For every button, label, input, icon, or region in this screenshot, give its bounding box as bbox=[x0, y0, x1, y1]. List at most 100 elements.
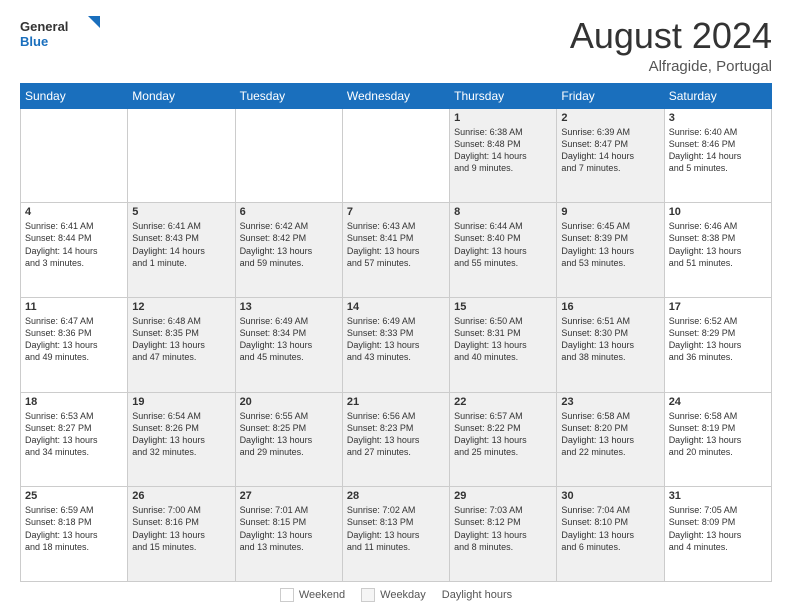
day-info: Sunrise: 6:49 AM Sunset: 8:34 PM Dayligh… bbox=[240, 315, 338, 364]
calendar-week-1: 1Sunrise: 6:38 AM Sunset: 8:48 PM Daylig… bbox=[21, 108, 772, 203]
day-number: 11 bbox=[25, 301, 123, 313]
day-number: 23 bbox=[561, 396, 659, 408]
day-number: 18 bbox=[25, 396, 123, 408]
legend-white-label: Weekend bbox=[299, 589, 345, 601]
table-row: 24 Sunrise: 6:58 AM Sunset: 8:19 PM Dayli… bbox=[664, 392, 771, 487]
day-info: Sunrise: 7:01 AM Sunset: 8:15 PM Dayligh… bbox=[240, 504, 338, 553]
month-year-title: August 2024 bbox=[570, 16, 772, 56]
daylight-label: Daylight hours bbox=[442, 589, 512, 601]
legend-white: Weekend bbox=[280, 588, 345, 602]
calendar-header-row: Sunday Monday Tuesday Wednesday Thursday… bbox=[21, 83, 772, 108]
table-row: 13 Sunrise: 6:49 AM Sunset: 8:34 PM Dayli… bbox=[235, 297, 342, 392]
table-row: 21Sunrise: 6:56 AM Sunset: 8:23 PM Dayli… bbox=[342, 392, 449, 487]
day-number: 4 bbox=[25, 206, 123, 218]
table-row: 25Sunrise: 6:59 AM Sunset: 8:18 PM Dayli… bbox=[21, 487, 128, 582]
table-row: 30 Sunrise: 7:04 AM Sunset: 8:10 PM Dayli… bbox=[557, 487, 664, 582]
svg-text:General: General bbox=[20, 19, 68, 34]
day-number: 24 bbox=[669, 396, 767, 408]
day-info: Sunrise: 6:47 AM Sunset: 8:36 PM Dayligh… bbox=[25, 315, 123, 364]
day-number: 26 bbox=[132, 490, 230, 502]
table-row: 22Sunrise: 6:57 AM Sunset: 8:22 PM Dayli… bbox=[450, 392, 557, 487]
day-number: 10 bbox=[669, 206, 767, 218]
day-info: Sunrise: 6:49 AM Sunset: 8:33 PM Dayligh… bbox=[347, 315, 445, 364]
day-info: Sunrise: 7:05 AM Sunset: 8:09 PM Dayligh… bbox=[669, 504, 767, 553]
day-number: 8 bbox=[454, 206, 552, 218]
legend-gray-label: Weekday bbox=[380, 589, 426, 601]
day-number: 5 bbox=[132, 206, 230, 218]
day-info: Sunrise: 7:02 AM Sunset: 8:13 PM Dayligh… bbox=[347, 504, 445, 553]
day-info: Sunrise: 6:53 AM Sunset: 8:27 PM Dayligh… bbox=[25, 410, 123, 459]
table-row: 29Sunrise: 7:03 AM Sunset: 8:12 PM Dayli… bbox=[450, 487, 557, 582]
legend-white-box bbox=[280, 588, 294, 602]
day-number: 16 bbox=[561, 301, 659, 313]
day-info: Sunrise: 6:50 AM Sunset: 8:31 PM Dayligh… bbox=[454, 315, 552, 364]
col-monday: Monday bbox=[128, 83, 235, 108]
day-number: 15 bbox=[454, 301, 552, 313]
footer: Weekend Weekday Daylight hours bbox=[20, 588, 772, 602]
day-info: Sunrise: 6:42 AM Sunset: 8:42 PM Dayligh… bbox=[240, 220, 338, 269]
calendar-week-5: 25Sunrise: 6:59 AM Sunset: 8:18 PM Dayli… bbox=[21, 487, 772, 582]
col-friday: Friday bbox=[557, 83, 664, 108]
table-row: 6 Sunrise: 6:42 AM Sunset: 8:42 PM Daylig… bbox=[235, 203, 342, 298]
day-info: Sunrise: 6:54 AM Sunset: 8:26 PM Dayligh… bbox=[132, 410, 230, 459]
table-row: 7Sunrise: 6:43 AM Sunset: 8:41 PM Daylig… bbox=[342, 203, 449, 298]
col-saturday: Saturday bbox=[664, 83, 771, 108]
day-number: 20 bbox=[240, 396, 338, 408]
table-row: 11 Sunrise: 6:47 AM Sunset: 8:36 PM Dayli… bbox=[21, 297, 128, 392]
day-number: 30 bbox=[561, 490, 659, 502]
day-number: 31 bbox=[669, 490, 767, 502]
logo-svg: General Blue bbox=[20, 16, 100, 52]
day-info: Sunrise: 7:04 AM Sunset: 8:10 PM Dayligh… bbox=[561, 504, 659, 553]
day-info: Sunrise: 6:41 AM Sunset: 8:43 PM Dayligh… bbox=[132, 220, 230, 269]
day-number: 2 bbox=[561, 112, 659, 124]
col-tuesday: Tuesday bbox=[235, 83, 342, 108]
title-block: August 2024 Alfragide, Portugal bbox=[570, 16, 772, 75]
day-info: Sunrise: 6:58 AM Sunset: 8:19 PM Dayligh… bbox=[669, 410, 767, 459]
day-info: Sunrise: 6:59 AM Sunset: 8:18 PM Dayligh… bbox=[25, 504, 123, 553]
day-number: 1 bbox=[454, 112, 552, 124]
calendar-week-3: 11 Sunrise: 6:47 AM Sunset: 8:36 PM Dayli… bbox=[21, 297, 772, 392]
logo: General Blue bbox=[20, 16, 100, 52]
day-number: 6 bbox=[240, 206, 338, 218]
svg-text:Blue: Blue bbox=[20, 34, 48, 49]
table-row: 31 Sunrise: 7:05 AM Sunset: 8:09 PM Dayli… bbox=[664, 487, 771, 582]
table-row: 8 Sunrise: 6:44 AM Sunset: 8:40 PM Daylig… bbox=[450, 203, 557, 298]
table-row bbox=[235, 108, 342, 203]
day-number: 17 bbox=[669, 301, 767, 313]
day-info: Sunrise: 6:44 AM Sunset: 8:40 PM Dayligh… bbox=[454, 220, 552, 269]
table-row: 19Sunrise: 6:54 AM Sunset: 8:26 PM Dayli… bbox=[128, 392, 235, 487]
table-row: 12Sunrise: 6:48 AM Sunset: 8:35 PM Dayli… bbox=[128, 297, 235, 392]
day-info: Sunrise: 7:00 AM Sunset: 8:16 PM Dayligh… bbox=[132, 504, 230, 553]
table-row: 9Sunrise: 6:45 AM Sunset: 8:39 PM Daylig… bbox=[557, 203, 664, 298]
table-row: 15 Sunrise: 6:50 AM Sunset: 8:31 PM Dayli… bbox=[450, 297, 557, 392]
day-info: Sunrise: 6:46 AM Sunset: 8:38 PM Dayligh… bbox=[669, 220, 767, 269]
day-info: Sunrise: 6:56 AM Sunset: 8:23 PM Dayligh… bbox=[347, 410, 445, 459]
legend-gray: Weekday bbox=[361, 588, 426, 602]
day-info: Sunrise: 6:51 AM Sunset: 8:30 PM Dayligh… bbox=[561, 315, 659, 364]
header: General Blue August 2024 Alfragide, Port… bbox=[20, 16, 772, 75]
calendar-table: Sunday Monday Tuesday Wednesday Thursday… bbox=[20, 83, 772, 582]
table-row bbox=[342, 108, 449, 203]
day-info: Sunrise: 6:39 AM Sunset: 8:47 PM Dayligh… bbox=[561, 126, 659, 175]
day-number: 3 bbox=[669, 112, 767, 124]
day-info: Sunrise: 6:43 AM Sunset: 8:41 PM Dayligh… bbox=[347, 220, 445, 269]
table-row: 18 Sunrise: 6:53 AM Sunset: 8:27 PM Dayli… bbox=[21, 392, 128, 487]
table-row: 23 Sunrise: 6:58 AM Sunset: 8:20 PM Dayli… bbox=[557, 392, 664, 487]
table-row: 26 Sunrise: 7:00 AM Sunset: 8:16 PM Dayli… bbox=[128, 487, 235, 582]
day-number: 13 bbox=[240, 301, 338, 313]
table-row: 3Sunrise: 6:40 AM Sunset: 8:46 PM Daylig… bbox=[664, 108, 771, 203]
day-number: 9 bbox=[561, 206, 659, 218]
table-row: 17Sunrise: 6:52 AM Sunset: 8:29 PM Dayli… bbox=[664, 297, 771, 392]
table-row: 14 Sunrise: 6:49 AM Sunset: 8:33 PM Dayli… bbox=[342, 297, 449, 392]
day-number: 28 bbox=[347, 490, 445, 502]
table-row bbox=[128, 108, 235, 203]
day-info: Sunrise: 6:58 AM Sunset: 8:20 PM Dayligh… bbox=[561, 410, 659, 459]
table-row: 16 Sunrise: 6:51 AM Sunset: 8:30 PM Dayli… bbox=[557, 297, 664, 392]
col-wednesday: Wednesday bbox=[342, 83, 449, 108]
table-row: 10 Sunrise: 6:46 AM Sunset: 8:38 PM Dayli… bbox=[664, 203, 771, 298]
day-number: 27 bbox=[240, 490, 338, 502]
day-number: 14 bbox=[347, 301, 445, 313]
day-info: Sunrise: 6:57 AM Sunset: 8:22 PM Dayligh… bbox=[454, 410, 552, 459]
legend-gray-box bbox=[361, 588, 375, 602]
table-row: 5 Sunrise: 6:41 AM Sunset: 8:43 PM Daylig… bbox=[128, 203, 235, 298]
